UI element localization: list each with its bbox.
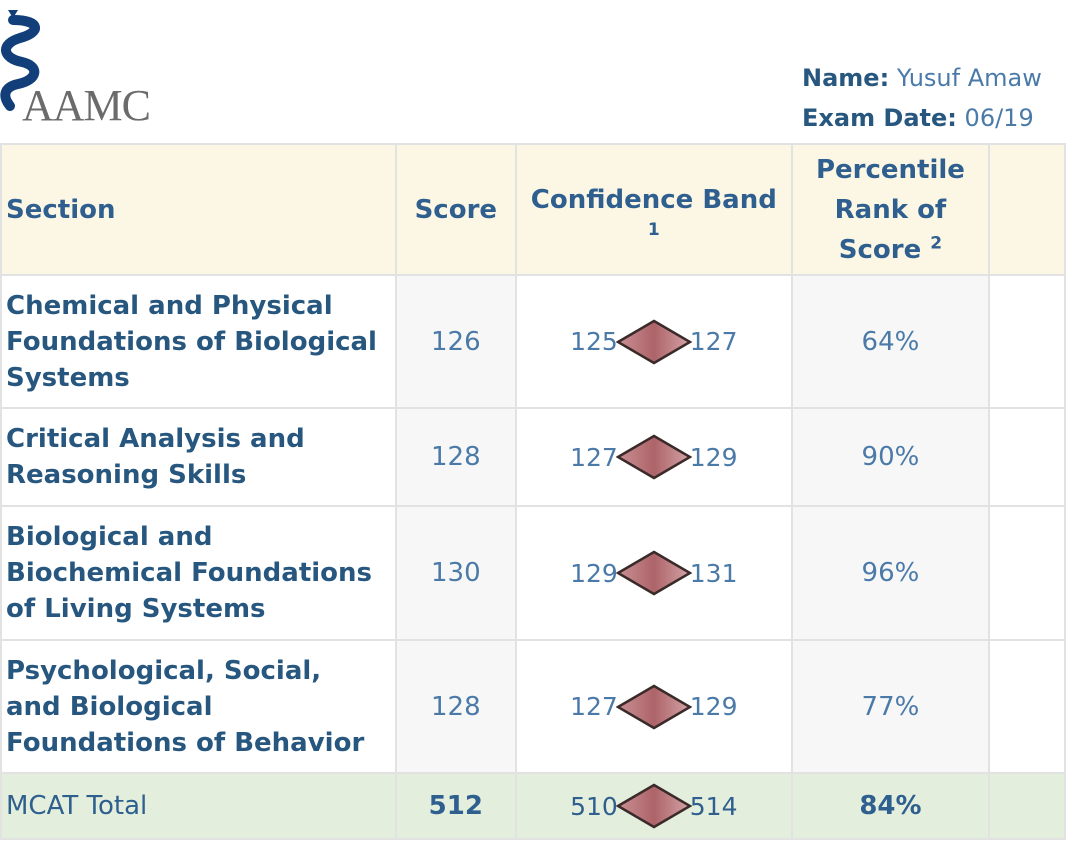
section-name: Psychological, Social, and Biological Foun… bbox=[0, 639, 397, 774]
score-value: 130 bbox=[394, 505, 517, 641]
extra-cell bbox=[988, 407, 1066, 507]
section-name: Chemical and Physical Foundations of Biol… bbox=[0, 274, 397, 409]
band-low: 127 bbox=[570, 692, 618, 721]
percentile-value: 64% bbox=[790, 274, 991, 409]
footnote-2[interactable]: 2 bbox=[930, 233, 942, 253]
confidence-diamond-icon bbox=[615, 550, 692, 596]
total-row: MCAT Total 512 510 514 84% bbox=[0, 772, 1066, 840]
band-high: 129 bbox=[689, 692, 738, 721]
name-value: Yusuf Amaw bbox=[896, 64, 1042, 92]
section-name-line: Biochemical Foundations bbox=[6, 558, 373, 588]
band-high: 129 bbox=[689, 442, 738, 472]
examinee-info: Name: Yusuf Amaw Exam Date: 06/19 bbox=[802, 58, 1042, 138]
confidence-band: 127 129 bbox=[514, 407, 793, 507]
exam-date-label: Exam Date: bbox=[802, 104, 957, 132]
section-name-line: Reasoning Skills bbox=[6, 460, 247, 490]
table-row: Biological and Biochemical Foundations of … bbox=[0, 505, 1066, 641]
table-row: Critical Analysis and Reasoning Skills 128… bbox=[0, 407, 1066, 507]
section-name-line: of Living Systems bbox=[6, 594, 266, 624]
extra-cell bbox=[988, 274, 1066, 409]
band-high: 514 bbox=[689, 791, 738, 821]
total-confidence-band: 510 514 bbox=[514, 772, 793, 840]
table-row: Psychological, Social, and Biological Foun… bbox=[0, 639, 1066, 774]
band-high: 127 bbox=[689, 327, 738, 356]
column-header-percentile: Percentile Rank of Score 2 bbox=[790, 143, 991, 276]
score-value: 128 bbox=[394, 639, 517, 774]
band-range: 510 514 bbox=[570, 783, 738, 829]
confidence-diamond-icon bbox=[615, 684, 692, 729]
score-value: 128 bbox=[394, 407, 517, 507]
confidence-band: 129 131 bbox=[514, 505, 793, 641]
percentile-label-line1: Percentile bbox=[815, 154, 965, 185]
band-high: 131 bbox=[689, 558, 738, 588]
column-header-section: Section bbox=[0, 143, 397, 276]
confidence-diamond-icon bbox=[615, 319, 692, 364]
column-header-extra bbox=[988, 143, 1066, 276]
name-label: Name: bbox=[802, 64, 890, 92]
section-name-line: Chemical and Physical bbox=[6, 290, 333, 321]
column-header-confidence-band: Confidence Band 1 bbox=[514, 143, 793, 276]
exam-date-value: 06/19 bbox=[964, 104, 1034, 132]
total-score: 512 bbox=[394, 772, 517, 840]
section-name-line: Foundations of Behavior bbox=[6, 727, 365, 758]
percentile-value: 96% bbox=[790, 505, 991, 641]
extra-cell bbox=[988, 639, 1066, 774]
band-range: 125 127 bbox=[570, 319, 738, 365]
section-name-line: Psychological, Social, bbox=[6, 655, 322, 686]
section-name-line: Biological and bbox=[6, 522, 213, 552]
total-label: MCAT Total bbox=[0, 772, 397, 840]
extra-cell bbox=[988, 505, 1066, 641]
extra-cell bbox=[988, 772, 1066, 840]
section-name-line: Foundations of Biological bbox=[6, 326, 377, 357]
confidence-band: 127 129 bbox=[514, 639, 793, 774]
column-header-score: Score bbox=[394, 143, 517, 276]
band-range: 127 129 bbox=[570, 684, 738, 730]
name-line: Name: Yusuf Amaw bbox=[802, 58, 1042, 98]
section-name-line: Critical Analysis and bbox=[6, 424, 305, 454]
percentile-label-line3: Score bbox=[838, 234, 922, 265]
section-name-line: Systems bbox=[6, 362, 130, 393]
band-low: 125 bbox=[570, 327, 618, 356]
confidence-band: 125 127 bbox=[514, 274, 793, 409]
band-low: 510 bbox=[570, 791, 618, 821]
table-header-row: Section Score Confidence Band 1 Percenti… bbox=[0, 143, 1066, 276]
percentile-label-line2: Rank of bbox=[834, 194, 947, 225]
section-name: Critical Analysis and Reasoning Skills bbox=[0, 407, 397, 507]
section-name: Biological and Biochemical Foundations of … bbox=[0, 505, 397, 641]
band-low: 129 bbox=[570, 558, 618, 588]
score-value: 126 bbox=[394, 274, 517, 409]
confidence-diamond-icon bbox=[615, 434, 692, 480]
table-row: Chemical and Physical Foundations of Biol… bbox=[0, 274, 1066, 409]
percentile-value: 90% bbox=[790, 407, 991, 507]
exam-date-line: Exam Date: 06/19 bbox=[802, 98, 1042, 138]
band-range: 129 131 bbox=[570, 550, 738, 596]
band-low: 127 bbox=[570, 442, 618, 472]
percentile-value: 77% bbox=[790, 639, 991, 774]
footnote-1[interactable]: 1 bbox=[517, 220, 791, 240]
confidence-band-label: Confidence Band bbox=[530, 184, 777, 215]
section-name-line: and Biological bbox=[6, 691, 213, 722]
total-percentile: 84% bbox=[790, 772, 991, 840]
aamc-logo-text: AAMC bbox=[22, 81, 151, 130]
confidence-diamond-icon bbox=[615, 783, 692, 829]
score-report-table: Section Score Confidence Band 1 Percenti… bbox=[0, 143, 1066, 840]
band-range: 127 129 bbox=[570, 434, 738, 480]
